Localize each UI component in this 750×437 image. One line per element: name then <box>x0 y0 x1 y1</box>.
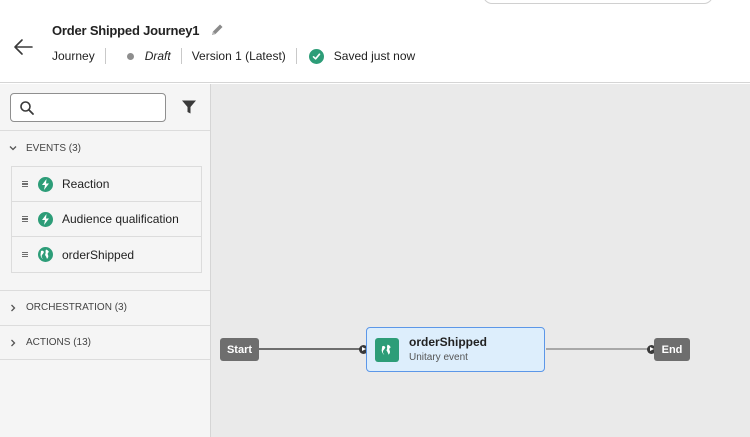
event-label: orderShipped <box>62 247 135 262</box>
title-row: Order Shipped Journey1 <box>52 22 225 38</box>
drag-handle-icon <box>22 251 28 258</box>
end-node[interactable]: End <box>654 338 690 361</box>
section-label: ORCHESTRATION (3) <box>26 302 127 313</box>
search-field[interactable] <box>10 93 166 122</box>
section-events-toggle[interactable]: EVENTS (3) <box>0 131 210 165</box>
journey-meta: Journey Draft Version 1 (Latest) Saved j… <box>52 47 415 65</box>
globe-icon <box>38 247 53 262</box>
event-node-ordershipped[interactable]: orderShipped Unitary event <box>366 327 545 372</box>
palette-panel: EVENTS (3) Reaction Audience qualificati… <box>0 84 211 437</box>
event-label: Audience qualification <box>62 212 179 226</box>
top-search-field[interactable] <box>483 0 713 4</box>
section-label: ACTIONS (13) <box>26 337 92 348</box>
section-orchestration-toggle[interactable]: ORCHESTRATION (3) <box>0 290 210 324</box>
event-label: Reaction <box>62 177 110 191</box>
lightning-icon <box>38 176 53 192</box>
arrow-left-icon <box>14 39 33 55</box>
lightning-icon <box>38 211 53 227</box>
connector-node-end <box>546 348 654 350</box>
journey-header: Order Shipped Journey1 Journey Draft Ver… <box>0 0 750 83</box>
back-button[interactable] <box>12 37 34 57</box>
event-item-reaction[interactable]: Reaction <box>12 167 201 202</box>
chevron-right-icon <box>8 303 18 313</box>
divider <box>295 48 297 64</box>
event-item-ordershipped[interactable]: orderShipped <box>12 237 201 272</box>
pencil-icon <box>212 24 223 35</box>
journey-title: Order Shipped Journey1 <box>52 22 200 38</box>
search-icon <box>20 101 34 115</box>
section-actions-toggle[interactable]: ACTIONS (13) <box>0 325 210 360</box>
save-status: Saved just now <box>333 49 416 63</box>
chevron-down-icon <box>8 143 18 153</box>
start-label: Start <box>226 343 253 356</box>
journey-type: Journey <box>52 49 95 63</box>
globe-icon <box>375 338 399 362</box>
status-dot-icon <box>126 52 134 60</box>
connector-start-node <box>259 348 363 350</box>
search-row <box>0 84 210 131</box>
chevron-right-icon <box>8 338 18 348</box>
check-circle-icon <box>308 48 324 64</box>
drag-handle-icon <box>22 181 28 187</box>
events-list: Reaction Audience qualification orderShi… <box>11 166 202 273</box>
event-item-audience-qualification[interactable]: Audience qualification <box>12 202 201 237</box>
filter-icon[interactable] <box>181 99 197 115</box>
node-title: orderShipped <box>409 335 488 349</box>
search-input[interactable] <box>41 98 161 118</box>
divider <box>104 48 106 64</box>
section-label: EVENTS (3) <box>26 142 82 154</box>
drag-handle-icon <box>22 216 28 222</box>
end-label: End <box>661 343 683 356</box>
node-subtitle: Unitary event <box>409 352 468 363</box>
edit-title-button[interactable] <box>209 22 225 38</box>
start-node[interactable]: Start <box>220 338 259 361</box>
journey-canvas[interactable]: Start orderShipped Unitary event End <box>211 84 750 437</box>
divider <box>180 48 182 64</box>
version-label: Version 1 (Latest) <box>191 49 286 63</box>
status-label: Draft <box>144 49 171 63</box>
